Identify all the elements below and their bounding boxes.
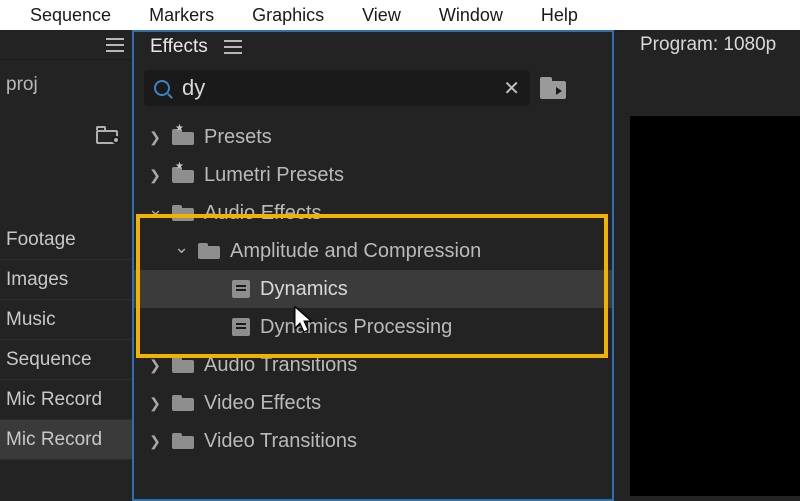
tree-item[interactable]: Audio Transitions (134, 346, 612, 384)
bin-item[interactable]: Sequence (0, 340, 132, 380)
chevron-right-icon[interactable] (148, 395, 162, 412)
bin-item[interactable]: Footage (0, 220, 132, 260)
folder-icon (172, 395, 194, 411)
effects-search-row: ✕ (134, 62, 612, 116)
folder-icon (172, 357, 194, 373)
menu-graphics[interactable]: Graphics (252, 5, 324, 26)
bin-list: Footage Images Music Sequence Mic Record… (0, 220, 132, 460)
tree-item-label: Audio Effects (204, 202, 321, 225)
preset-icon (232, 280, 250, 298)
menubar: Sequence Markers Graphics View Window He… (0, 0, 800, 30)
bin-item[interactable]: Music (0, 300, 132, 340)
tree-item-label: Dynamics (260, 278, 348, 301)
folder-icon (198, 243, 220, 259)
folder-icon (172, 129, 194, 145)
project-toolbar (0, 110, 132, 160)
tree-item[interactable]: Lumetri Presets (134, 156, 612, 194)
effects-search-input[interactable] (182, 75, 491, 101)
chevron-down-icon[interactable] (174, 241, 188, 262)
tree-item[interactable]: Presets (134, 118, 612, 156)
tree-item[interactable]: Amplitude and Compression (134, 232, 612, 270)
tree-item-label: Lumetri Presets (204, 164, 344, 187)
folder-icon (172, 433, 194, 449)
chevron-right-icon[interactable] (148, 433, 162, 450)
effects-tree: Presets Lumetri Presets Audio Effects Ampli… (134, 116, 612, 460)
tree-item-label: Amplitude and Compression (230, 240, 481, 263)
effects-panel: Effects ✕ Presets Lumetri Presets Audio Ef… (132, 30, 614, 501)
project-panel-header (0, 30, 132, 60)
effects-search-box: ✕ (144, 70, 530, 106)
chevron-down-icon[interactable] (148, 203, 162, 224)
chevron-right-icon[interactable] (148, 167, 162, 184)
menu-window[interactable]: Window (439, 5, 503, 26)
mouse-cursor (294, 306, 314, 334)
find-icon[interactable] (96, 126, 118, 144)
menu-markers[interactable]: Markers (149, 5, 214, 26)
effects-tab[interactable]: Effects (150, 36, 208, 58)
tree-item[interactable]: Dynamics (134, 270, 612, 308)
search-icon (154, 80, 170, 96)
bin-item[interactable]: Mic Record (0, 380, 132, 420)
new-custom-bin-icon[interactable] (540, 77, 566, 99)
tree-item-label: Presets (204, 126, 272, 149)
folder-icon (172, 205, 194, 221)
project-panel: proj Footage Images Music Sequence Mic R… (0, 30, 132, 501)
panel-menu-icon[interactable] (106, 38, 124, 52)
folder-icon (172, 167, 194, 183)
bin-item[interactable]: Images (0, 260, 132, 300)
tree-item-label: Video Effects (204, 392, 321, 415)
tree-item-label: Dynamics Processing (260, 316, 452, 339)
tree-item[interactable]: Audio Effects (134, 194, 612, 232)
chevron-right-icon[interactable] (148, 357, 162, 374)
menu-sequence[interactable]: Sequence (30, 5, 111, 26)
tree-item[interactable]: Dynamics Processing (134, 308, 612, 346)
program-monitor (630, 116, 800, 496)
tree-item[interactable]: Video Effects (134, 384, 612, 422)
clear-search-icon[interactable]: ✕ (503, 76, 520, 101)
panel-menu-icon[interactable] (224, 40, 242, 54)
tree-item[interactable]: Video Transitions (134, 422, 612, 460)
menu-help[interactable]: Help (541, 5, 578, 26)
program-tab[interactable]: Program: 1080p (614, 30, 800, 60)
bin-item[interactable]: Mic Record (0, 420, 132, 460)
preset-icon (232, 318, 250, 336)
workspace: proj Footage Images Music Sequence Mic R… (0, 30, 800, 501)
project-name-suffix: proj (0, 60, 132, 110)
effects-panel-header: Effects (134, 32, 612, 62)
program-panel: Program: 1080p (614, 30, 800, 501)
chevron-right-icon[interactable] (148, 129, 162, 146)
tree-item-label: Video Transitions (204, 430, 357, 453)
menu-view[interactable]: View (362, 5, 401, 26)
tree-item-label: Audio Transitions (204, 354, 357, 377)
